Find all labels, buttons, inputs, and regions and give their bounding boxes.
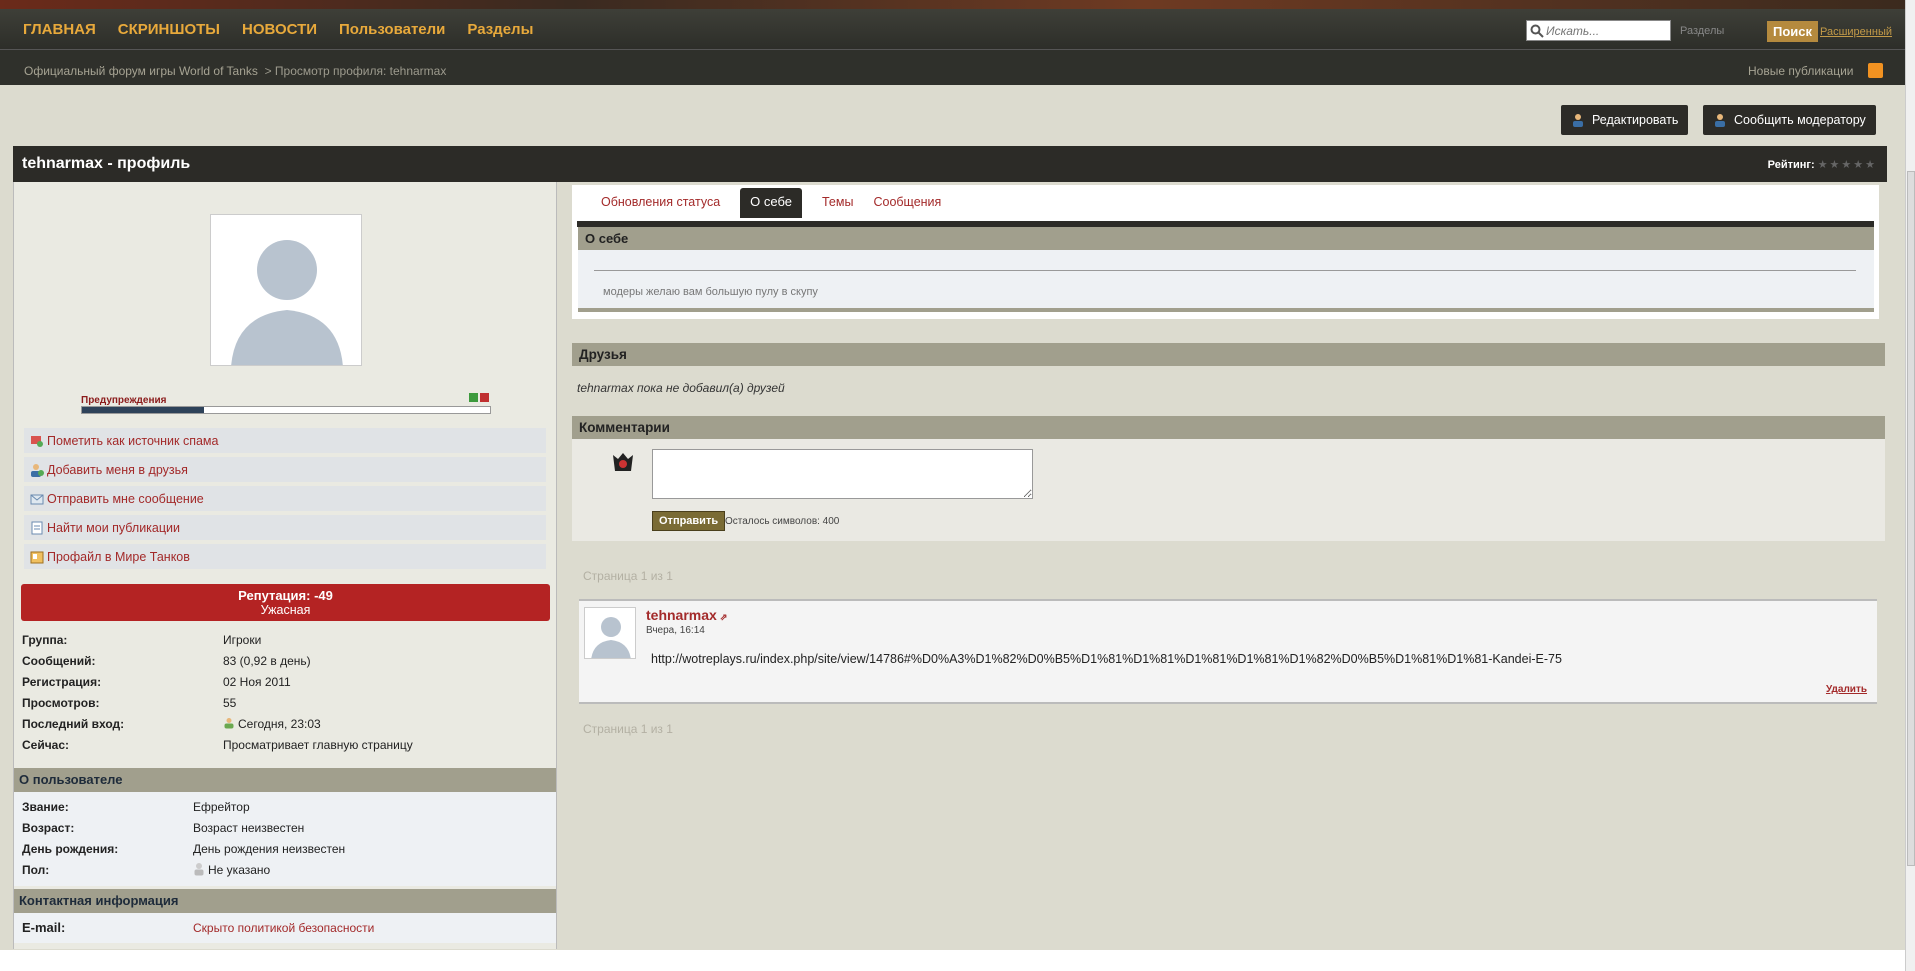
- page-title: tehnarmax - профиль: [22, 155, 191, 172]
- profile-stats: Группа: Игроки Сообщений: 83 (0,92 в день)…: [22, 632, 413, 752]
- status-update: tehnarmax ⇗ Вчера, 16:14 http://wotreplay…: [579, 599, 1877, 704]
- warning-increase-icon[interactable]: [480, 393, 489, 402]
- pagination-top: Страница 1 из 1: [583, 569, 673, 583]
- rss-icon[interactable]: [1868, 63, 1883, 78]
- status-author-avatar[interactable]: [584, 607, 636, 659]
- document-icon: [31, 521, 43, 534]
- add-friend-icon: [31, 463, 44, 477]
- delete-status-link[interactable]: Удалить: [1826, 684, 1867, 695]
- tab-posts[interactable]: Сообщения: [873, 195, 941, 218]
- send-message-link[interactable]: Отправить мне сообщение: [24, 486, 546, 513]
- about-user-section: Звание: Ефрейтор Возраст: Возраст неизвест…: [14, 792, 556, 886]
- search-input[interactable]: [1546, 23, 1666, 38]
- external-link-icon: ⇗: [719, 612, 728, 622]
- warning-decrease-icon[interactable]: [469, 393, 478, 402]
- comment-input[interactable]: [652, 449, 1033, 499]
- profile-actions: Пометить как источник спама Добавить мен…: [24, 428, 546, 573]
- pagination-bottom: Страница 1 из 1: [583, 722, 673, 736]
- friends-header: Друзья: [572, 343, 1885, 366]
- user-edit-icon: [1573, 114, 1583, 127]
- rating-stars[interactable]: ★★★★★: [1818, 159, 1877, 171]
- search-box: [1526, 20, 1671, 41]
- reputation-badge: Репутация: -49 Ужасная: [21, 584, 550, 621]
- browser-top-strip: [0, 0, 1905, 9]
- contact-info-header: Контактная информация: [14, 889, 556, 913]
- find-posts-link[interactable]: Найти мои публикации: [24, 515, 546, 542]
- search-icon: [1530, 24, 1544, 38]
- user-report-icon: [1715, 114, 1725, 127]
- search-scope[interactable]: Разделы: [1680, 25, 1724, 37]
- divider: [594, 270, 1856, 271]
- profile-tabs: Обновления статуса О себе Темы Сообщения: [601, 188, 961, 218]
- status-author-link[interactable]: tehnarmax ⇗: [646, 607, 727, 623]
- comments-header: Комментарии: [572, 416, 1885, 439]
- email-value: Скрыто политикой безопасности: [193, 920, 375, 935]
- breadcrumb-bar: Официальный форум игры World of Tanks > …: [0, 49, 1905, 85]
- avatar: [210, 214, 362, 366]
- mark-spam-link[interactable]: Пометить как источник спама: [24, 428, 546, 455]
- profile-card-icon: [30, 551, 44, 563]
- report-moderator-button[interactable]: Сообщить модератору: [1703, 105, 1876, 135]
- friends-text: tehnarmax пока не добавил(а) друзей: [577, 381, 785, 395]
- breadcrumb-home[interactable]: Официальный форум игры World of Tanks: [24, 64, 258, 78]
- nav-users[interactable]: Пользователи: [339, 21, 445, 38]
- tab-status-updates[interactable]: Обновления статуса: [601, 195, 720, 218]
- advanced-search-link[interactable]: Расширенный: [1820, 26, 1892, 38]
- breadcrumb-current: > Просмотр профиля: tehnarmax: [264, 64, 447, 78]
- tabs-panel: Обновления статуса О себе Темы Сообщения…: [572, 185, 1879, 319]
- tab-about[interactable]: О себе: [740, 188, 802, 218]
- tab-topics[interactable]: Темы: [822, 195, 853, 218]
- warnings-label: Предупреждения: [81, 395, 167, 406]
- edit-button[interactable]: Редактировать: [1561, 105, 1689, 135]
- report-button-label: Сообщить модератору: [1734, 113, 1866, 127]
- add-friend-link[interactable]: Добавить меня в друзья: [24, 457, 546, 484]
- wot-profile-link[interactable]: Профайл в Мире Танков: [24, 544, 546, 571]
- about-body: модеры желаю вам большую пулу в скупу: [578, 250, 1874, 312]
- nav-home[interactable]: ГЛАВНАЯ: [23, 21, 96, 38]
- warnings-bar: [81, 406, 491, 414]
- commenter-avatar-icon: [613, 453, 633, 471]
- status-date: Вчера, 16:14: [646, 625, 705, 636]
- contact-info-section: E-mail: Скрыто политикой безопасности: [14, 913, 556, 943]
- warning-controls: [469, 393, 489, 402]
- edit-button-label: Редактировать: [1592, 113, 1679, 127]
- nav-screenshots[interactable]: СКРИНШОТЫ: [118, 21, 220, 38]
- rating: Рейтинг: ★★★★★: [1768, 158, 1877, 171]
- online-user-icon: [224, 717, 234, 728]
- about-user-header: О пользователе: [14, 768, 556, 792]
- about-text: модеры желаю вам большую пулу в скупу: [603, 286, 818, 298]
- new-publications-link[interactable]: Новые публикации: [1748, 64, 1854, 78]
- reputation-desc: Ужасная: [260, 603, 311, 617]
- nav-sections[interactable]: Разделы: [467, 21, 533, 38]
- top-navigation: ГЛАВНАЯ СКРИНШОТЫ НОВОСТИ Пользователи Р…: [0, 9, 1905, 49]
- breadcrumb: Официальный форум игры World of Tanks > …: [24, 64, 446, 78]
- page-bottom: [0, 950, 1905, 971]
- search-button[interactable]: Поиск: [1767, 21, 1819, 42]
- reputation-value: Репутация: -49: [238, 588, 333, 603]
- about-header: О себе: [578, 227, 1874, 250]
- rating-label: Рейтинг:: [1767, 159, 1815, 171]
- profile-title-bar: tehnarmax - профиль Рейтинг: ★★★★★: [13, 146, 1887, 182]
- profile-sidebar: Предупреждения Пометить как источник спа…: [13, 182, 557, 949]
- scrollbar-thumb[interactable]: [1907, 171, 1915, 866]
- status-text: http://wotreplays.ru/index.php/site/view…: [651, 652, 1562, 666]
- nav-news[interactable]: НОВОСТИ: [242, 21, 317, 38]
- send-comment-button[interactable]: Отправить: [652, 511, 726, 531]
- gender-unknown-icon: [194, 863, 204, 876]
- envelope-icon: [30, 494, 44, 504]
- chars-remaining: Осталось символов: 400: [725, 516, 840, 527]
- spam-flag-icon: [31, 435, 43, 447]
- scrollbar[interactable]: [1905, 0, 1915, 971]
- comments-form: Отправить Осталось символов: 400: [572, 439, 1885, 541]
